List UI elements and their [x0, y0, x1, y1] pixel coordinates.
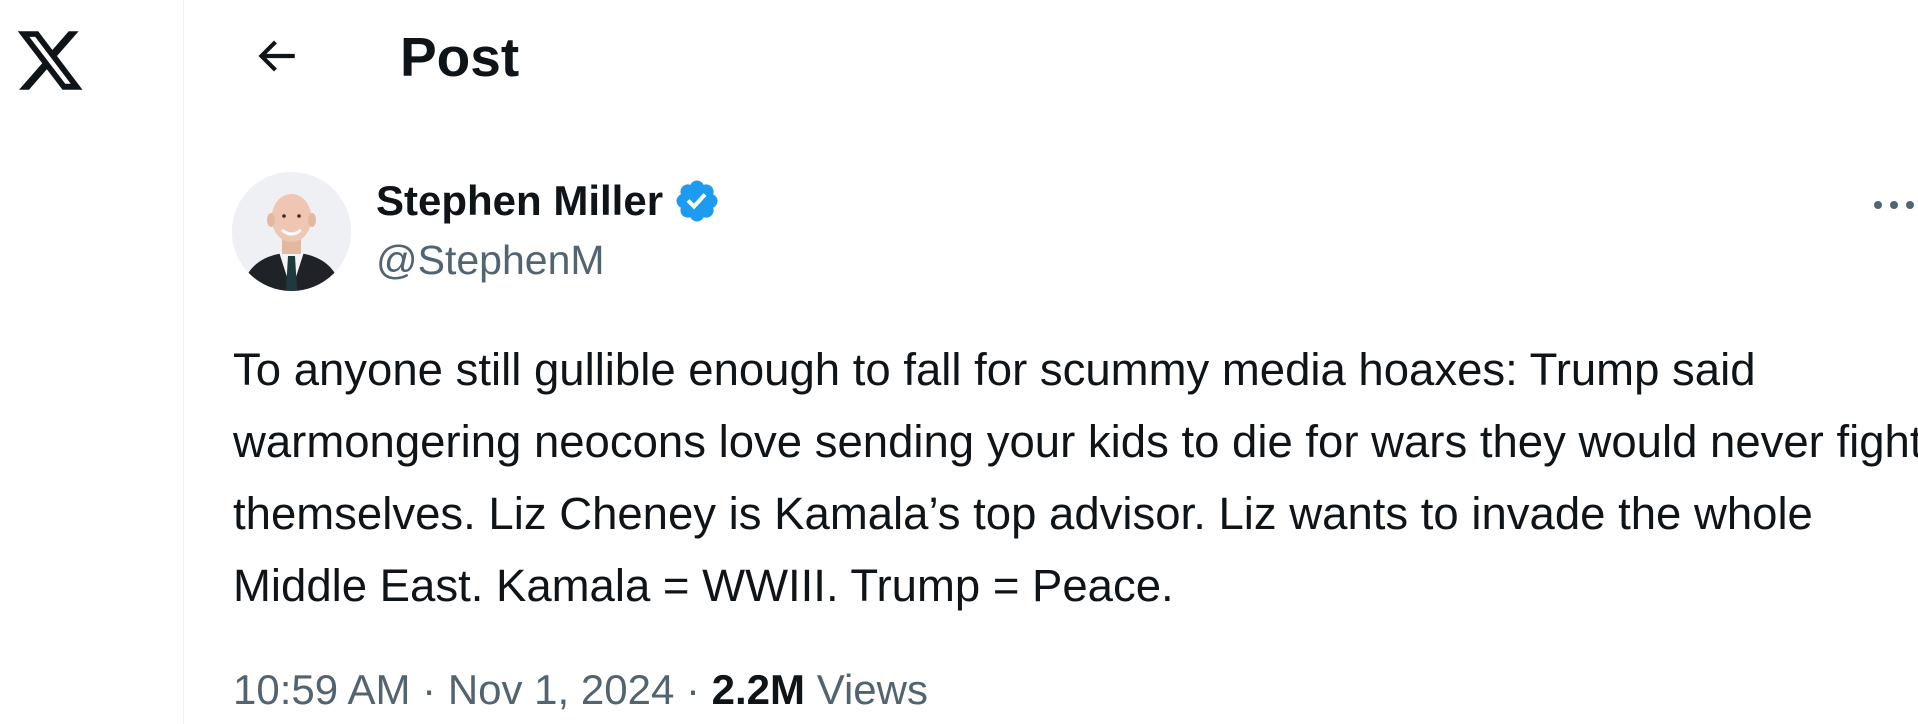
author-name-row: Stephen Miller [376, 173, 721, 229]
author-handle[interactable]: @StephenM [376, 233, 605, 287]
verified-badge-icon [676, 180, 718, 222]
meta-separator: · [685, 666, 700, 713]
author-name[interactable]: Stephen Miller [376, 173, 663, 229]
back-button[interactable] [240, 20, 312, 92]
more-options-button[interactable] [1854, 181, 1918, 229]
arrow-left-icon [258, 40, 295, 72]
views-label: Views [816, 666, 928, 713]
views-count: 2.2M [711, 666, 806, 713]
avatar[interactable] [232, 172, 351, 291]
post-meta: 10:59 AM · Nov 1, 2024 · 2.2M Views [233, 662, 928, 718]
more-horizontal-icon [1874, 201, 1914, 209]
x-logo-icon[interactable] [14, 24, 86, 97]
page-title: Post [400, 26, 520, 88]
post-time[interactable]: 10:59 AM [233, 666, 410, 713]
page-header: Post [184, 0, 1918, 115]
left-nav-rail [0, 0, 184, 724]
meta-separator: · [422, 666, 437, 713]
post-date[interactable]: Nov 1, 2024 [448, 666, 675, 713]
post-text: To anyone still gullible enough to fall … [233, 344, 1918, 611]
